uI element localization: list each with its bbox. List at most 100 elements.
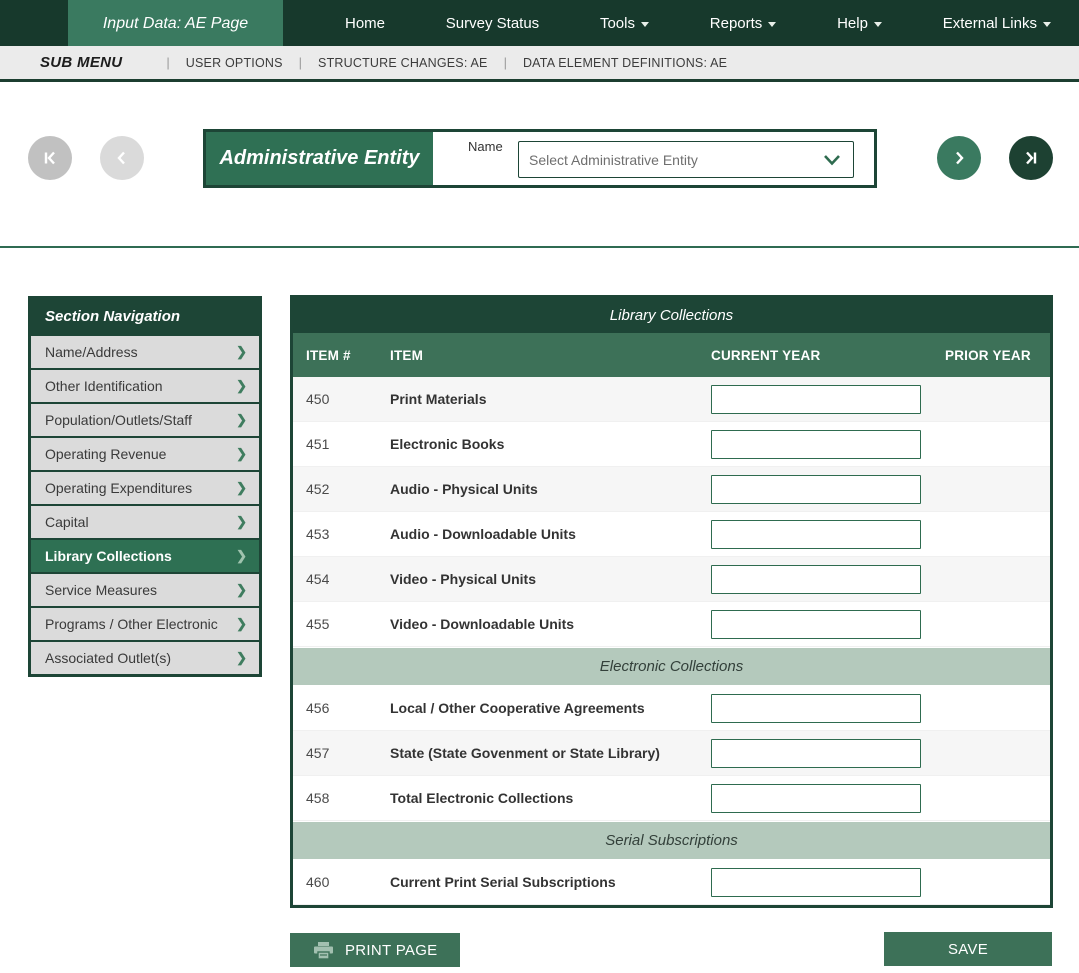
item-label: Local / Other Cooperative Agreements [377, 700, 698, 716]
sidebar-item-label: Library Collections [45, 548, 172, 564]
nav-item[interactable]: External Links [943, 15, 1051, 32]
sidebar-item-label: Associated Outlet(s) [45, 650, 171, 666]
sidebar-item-label: Operating Expenditures [45, 480, 192, 496]
chevron-right-icon: ❯ [236, 582, 247, 598]
chevron-down-icon [823, 154, 841, 166]
page: Input Data: AE Page Home Survey Status T… [0, 0, 1079, 973]
sidebar-item-population-outlets-staff[interactable]: Population/Outlets/Staff ❯ [31, 402, 259, 436]
chevron-right-icon: ❯ [236, 514, 247, 530]
chevron-right-icon: ❯ [236, 412, 247, 428]
sidebar-item-label: Capital [45, 514, 89, 530]
sidebar-item-operating-revenue[interactable]: Operating Revenue ❯ [31, 436, 259, 470]
caret-down-icon [1043, 22, 1051, 27]
table-row: 453 Audio - Downloadable Units [293, 512, 1050, 557]
current-year-input[interactable] [711, 520, 921, 549]
chevron-right-icon: ❯ [236, 548, 247, 564]
administrative-entity-title: Administrative Entity [206, 132, 433, 185]
next-page-button[interactable] [937, 136, 981, 180]
current-year-input[interactable] [711, 739, 921, 768]
column-header-item-number: ITEM # [293, 348, 377, 363]
chevron-right-icon: ❯ [236, 446, 247, 462]
submenu-separator: | [299, 55, 302, 70]
tab-input-data-ae-page[interactable]: Input Data: AE Page [68, 0, 283, 48]
item-number: 453 [293, 526, 377, 542]
item-label: Audio - Physical Units [377, 481, 698, 497]
table-header-row: ITEM # ITEM CURRENT YEAR PRIOR YEAR [293, 333, 1050, 377]
current-year-input[interactable] [711, 868, 921, 897]
table-row: 458 Total Electronic Collections [293, 776, 1050, 821]
submenu-link[interactable]: STRUCTURE CHANGES: AE [318, 56, 488, 70]
submenu-title: SUB MENU [40, 54, 122, 71]
table-title: Library Collections [293, 298, 1050, 333]
nav-item[interactable]: Reports [710, 15, 777, 32]
item-label: Total Electronic Collections [377, 790, 698, 806]
section-label: Serial Subscriptions [605, 832, 738, 849]
caret-down-icon [768, 22, 776, 27]
administrative-entity-select-value: Select Administrative Entity [529, 152, 698, 168]
table-row: 455 Video - Downloadable Units [293, 602, 1050, 647]
section-navigation-title: Section Navigation [31, 299, 259, 334]
save-label: SAVE [948, 941, 988, 958]
submenu-separator: | [504, 55, 507, 70]
library-collections-table: Library Collections ITEM # ITEM CURRENT … [290, 295, 1053, 908]
nav-item[interactable]: Survey Status [446, 15, 539, 32]
sidebar-item-programs-other-electronic[interactable]: Programs / Other Electronic ❯ [31, 606, 259, 640]
sidebar-item-label: Population/Outlets/Staff [45, 412, 192, 428]
nav-item-label: Home [345, 15, 385, 32]
chevron-right-icon [949, 148, 969, 168]
administrative-entity-body: Name Select Administrative Entity [433, 132, 874, 185]
current-year-input[interactable] [711, 784, 921, 813]
item-number: 458 [293, 790, 377, 806]
nav-item[interactable]: Tools [600, 15, 649, 32]
caret-down-icon [641, 22, 649, 27]
sidebar-item-service-measures[interactable]: Service Measures ❯ [31, 572, 259, 606]
submenu-separator: | [166, 55, 169, 70]
chevron-right-icon: ❯ [236, 480, 247, 496]
sidebar-item-associated-outlet-s[interactable]: Associated Outlet(s) ❯ [31, 640, 259, 674]
nav-item-label: External Links [943, 15, 1037, 32]
first-page-icon [40, 148, 60, 168]
horizontal-divider [0, 246, 1079, 248]
table-row: 456 Local / Other Cooperative Agreements [293, 686, 1050, 731]
chevron-right-icon: ❯ [236, 616, 247, 632]
nav-item-label: Survey Status [446, 15, 539, 32]
current-year-input[interactable] [711, 565, 921, 594]
current-year-input[interactable] [711, 694, 921, 723]
nav-item[interactable]: Home [345, 15, 385, 32]
sidebar-item-capital[interactable]: Capital ❯ [31, 504, 259, 538]
current-year-input[interactable] [711, 610, 921, 639]
sidebar-item-operating-expenditures[interactable]: Operating Expenditures ❯ [31, 470, 259, 504]
print-page-label: PRINT PAGE [345, 942, 437, 959]
sidebar-item-label: Operating Revenue [45, 446, 166, 462]
nav-item-label: Reports [710, 15, 763, 32]
submenu-link[interactable]: DATA ELEMENT DEFINITIONS: AE [523, 56, 727, 70]
caret-down-icon [874, 22, 882, 27]
item-label: Current Print Serial Subscriptions [377, 874, 698, 890]
print-page-button[interactable]: PRINT PAGE [290, 933, 460, 967]
item-number: 451 [293, 436, 377, 452]
previous-page-button[interactable] [100, 136, 144, 180]
chevron-right-icon: ❯ [236, 650, 247, 666]
sidebar-item-label: Name/Address [45, 344, 138, 360]
column-header-item: ITEM [377, 348, 698, 363]
current-year-input[interactable] [711, 475, 921, 504]
current-year-input[interactable] [711, 430, 921, 459]
current-year-input[interactable] [711, 385, 921, 414]
administrative-entity-select[interactable]: Select Administrative Entity [518, 141, 854, 178]
last-page-button[interactable] [1009, 136, 1053, 180]
sidebar-item-label: Programs / Other Electronic [45, 616, 218, 632]
last-page-icon [1021, 148, 1041, 168]
table-row: 451 Electronic Books [293, 422, 1050, 467]
submenu-link[interactable]: USER OPTIONS [186, 56, 283, 70]
sidebar-item-library-collections[interactable]: Library Collections ❯ [31, 538, 259, 572]
item-number: 457 [293, 745, 377, 761]
first-page-button[interactable] [28, 136, 72, 180]
sidebar-item-other-identification[interactable]: Other Identification ❯ [31, 368, 259, 402]
column-header-prior-year: PRIOR YEAR [932, 348, 1050, 363]
nav-item[interactable]: Help [837, 15, 882, 32]
item-number: 454 [293, 571, 377, 587]
sidebar-item-name-address[interactable]: Name/Address ❯ [31, 334, 259, 368]
save-button[interactable]: SAVE [884, 932, 1052, 966]
column-header-current-year: CURRENT YEAR [698, 348, 932, 363]
main-nav: Home Survey Status Tools Reports Help Ex… [345, 0, 1051, 46]
